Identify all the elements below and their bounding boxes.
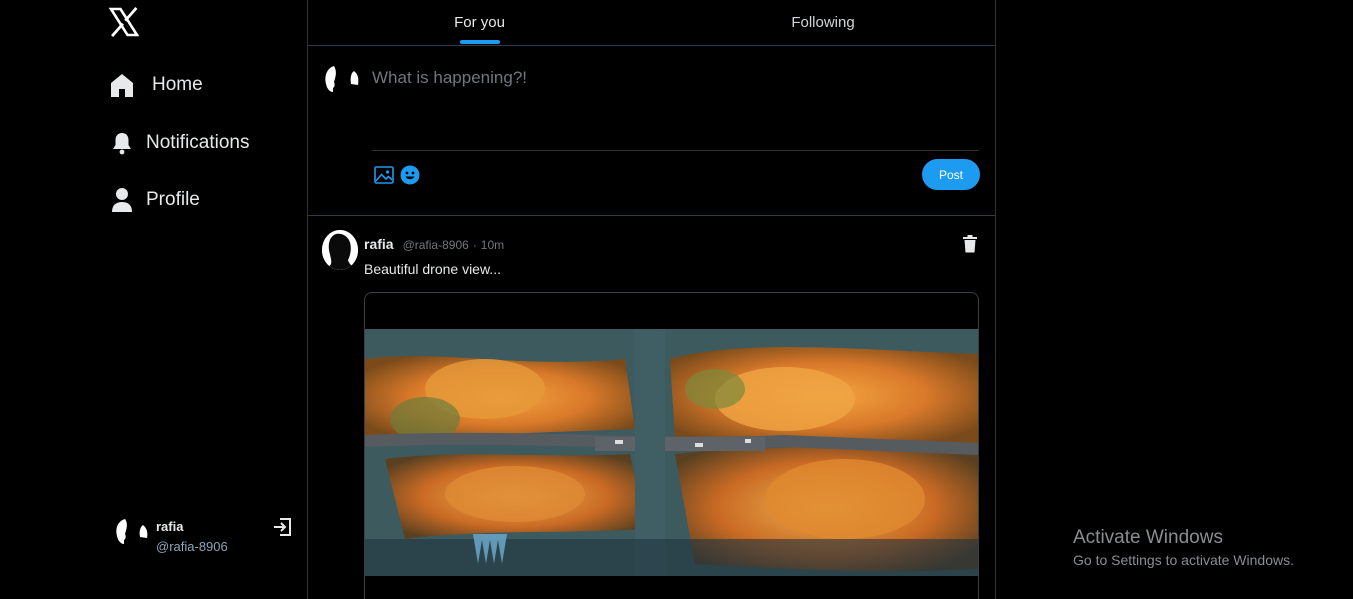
home-icon: [108, 71, 136, 99]
trash-icon[interactable]: [962, 235, 978, 253]
tweet-author-name[interactable]: rafia: [364, 236, 394, 252]
sidebar-item-label: Profile: [146, 189, 200, 210]
image-icon[interactable]: [374, 165, 394, 185]
account-handle: @rafia-8906: [156, 539, 228, 554]
sidebar-item-label: Notifications: [146, 132, 250, 153]
divider: [372, 150, 979, 151]
avatar[interactable]: [322, 230, 358, 270]
user-icon: [108, 186, 136, 214]
account-name: rafia: [156, 519, 184, 534]
tab-label: For you: [454, 14, 505, 31]
watermark-title: Activate Windows: [1073, 527, 1223, 548]
tab-for-you[interactable]: For you: [308, 0, 651, 45]
feed-tabs: For you Following: [308, 0, 995, 46]
tweet-media[interactable]: [364, 292, 979, 599]
x-logo-icon[interactable]: [108, 6, 140, 38]
account-switcher[interactable]: rafia @rafia-8906: [112, 512, 292, 556]
main-feed: For you Following Post: [307, 0, 996, 599]
sidebar-item-notifications[interactable]: Notifications: [108, 129, 250, 157]
tab-following[interactable]: Following: [651, 0, 995, 45]
bell-icon: [108, 129, 136, 157]
sidebar-item-profile[interactable]: Profile: [108, 186, 200, 214]
tweet-header: rafia @rafia-8906 · 10m: [364, 236, 504, 252]
tweet-timestamp: 10m: [480, 238, 505, 252]
sidebar-item-label: Home: [152, 74, 203, 95]
tweet-text: Beautiful drone view...: [364, 261, 501, 277]
active-tab-indicator: [460, 40, 500, 44]
avatar: [325, 66, 359, 92]
emoji-icon[interactable]: [400, 165, 420, 185]
watermark-subtitle: Go to Settings to activate Windows.: [1073, 552, 1294, 568]
post-button[interactable]: Post: [922, 159, 980, 190]
drone-photo: [365, 329, 978, 576]
tweet-composer: Post: [308, 46, 995, 216]
compose-input[interactable]: [372, 66, 972, 90]
tweet[interactable]: rafia @rafia-8906 · 10m Beautiful drone …: [308, 216, 995, 599]
logout-icon[interactable]: [272, 516, 294, 538]
tweet-author-handle[interactable]: @rafia-8906: [403, 238, 469, 252]
separator: ·: [472, 238, 477, 252]
sidebar-item-home[interactable]: Home: [108, 71, 203, 99]
sidebar: Home Notifications Profile rafia @rafia-…: [0, 0, 307, 599]
activate-windows-watermark: Activate Windows Go to Settings to activ…: [1073, 527, 1294, 568]
tab-label: Following: [791, 14, 855, 31]
avatar: [116, 519, 148, 544]
